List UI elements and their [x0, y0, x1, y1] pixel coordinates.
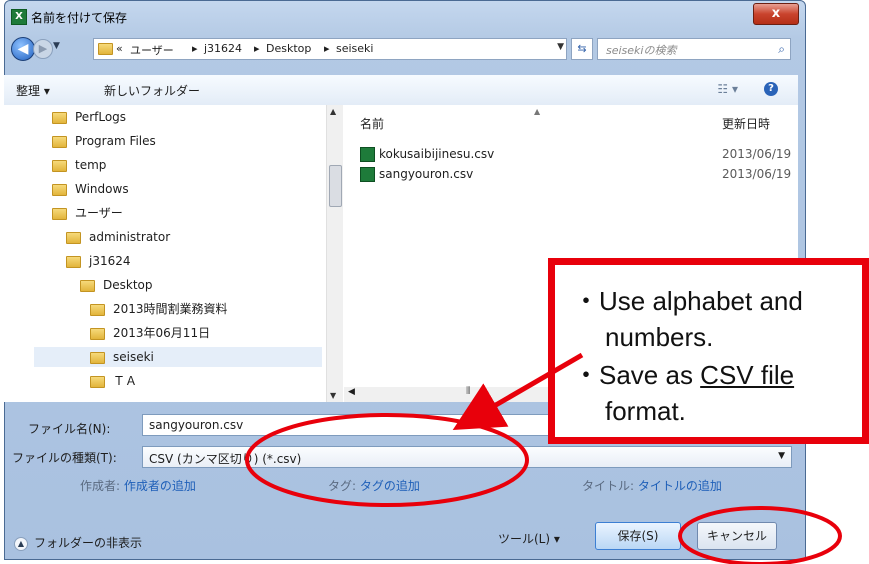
refresh-icon[interactable]: ⇆	[571, 38, 593, 60]
callout-line: ・Use alphabet and	[573, 286, 803, 316]
navigation-tree: PerfLogs Program Files temp Windows ユーザー…	[4, 105, 324, 402]
file-date: 2013/06/19	[722, 167, 792, 181]
scroll-up-icon[interactable]: ▲	[330, 107, 336, 116]
callout-line: ・Save as CSV file	[573, 360, 795, 390]
annotation-callout: ・Use alphabet and numbers. ・Save as CSV …	[548, 258, 869, 444]
breadcrumb-separator-icon[interactable]: ▸	[254, 42, 260, 55]
callout-emphasis: CSV file	[700, 360, 795, 390]
address-bar[interactable]: « ユーザー ▸ j31624 ▸ Desktop ▸ seiseki ▼	[93, 38, 567, 60]
filetype-value: CSV (カンマ区切り) (*.csv)	[149, 452, 302, 466]
folder-icon	[52, 135, 67, 148]
back-arrow-icon[interactable]: ◀	[11, 37, 35, 61]
address-row: ◀ ▶ ▼ « ユーザー ▸ j31624 ▸ Desktop ▸ seisek…	[5, 35, 805, 63]
csv-file-icon	[360, 147, 375, 162]
help-icon[interactable]: ?	[764, 82, 778, 96]
tree-item-administrator[interactable]: administrator	[66, 227, 170, 247]
file-row[interactable]: sangyouron.csv 2013/06/19	[360, 165, 792, 183]
add-tag-link[interactable]: タグの追加	[360, 479, 420, 493]
file-name: sangyouron.csv	[379, 167, 474, 181]
tree-scrollbar[interactable]: ▲ ▼	[326, 105, 343, 402]
view-options-icon[interactable]: ☷ ▾	[717, 82, 738, 96]
breadcrumb-desktop[interactable]: Desktop	[266, 42, 311, 55]
tree-item-perflogs[interactable]: PerfLogs	[52, 107, 126, 127]
breadcrumb-separator-icon[interactable]: ▸	[324, 42, 330, 55]
tools-dropdown[interactable]: ツール(L) ▾	[498, 530, 560, 547]
search-input[interactable]: seisekiの検索 ⌕	[597, 38, 791, 60]
organize-button[interactable]: 整理 ▾	[16, 82, 50, 99]
chevron-up-icon: ▲	[14, 536, 28, 551]
scroll-left-icon[interactable]: ◀	[348, 387, 355, 397]
excel-app-icon: X	[11, 9, 27, 25]
folder-icon	[52, 159, 67, 172]
column-header-name[interactable]: 名前	[360, 115, 384, 132]
chevron-down-icon[interactable]: ▼	[557, 42, 564, 52]
window-title: 名前を付けて保存	[31, 11, 128, 25]
folder-icon	[52, 183, 67, 196]
tree-item-seiseki[interactable]: seiseki	[34, 347, 322, 367]
tree-item-ta[interactable]: ＴＡ	[90, 371, 137, 391]
file-date: 2013/06/19	[722, 147, 792, 161]
folder-icon	[98, 43, 113, 55]
search-icon[interactable]: ⌕	[778, 42, 785, 57]
cancel-button[interactable]: キャンセル	[697, 522, 777, 550]
scrollbar-thumb[interactable]	[329, 165, 342, 207]
tag-field[interactable]: タグ: タグの追加	[328, 477, 420, 494]
chevron-down-icon[interactable]: ▼	[778, 451, 785, 461]
tree-item-program-files[interactable]: Program Files	[52, 131, 156, 151]
folder-icon	[52, 111, 67, 124]
breadcrumb-users[interactable]: ユーザー	[130, 42, 174, 58]
forward-arrow-icon[interactable]: ▶	[33, 39, 53, 59]
breadcrumb-j31624[interactable]: j31624	[204, 42, 242, 55]
hide-folders-button[interactable]: ▲ フォルダーの非表示	[14, 534, 142, 551]
filename-label: ファイル名(N):	[28, 422, 111, 436]
save-button[interactable]: 保存(S)	[595, 522, 681, 550]
scrollbar-grip-icon[interactable]: ⦀	[466, 386, 470, 397]
folder-icon	[52, 207, 67, 220]
recent-locations-dropdown-icon[interactable]: ▼	[53, 41, 60, 51]
title-field[interactable]: タイトル: タイトルの追加	[582, 477, 722, 494]
folder-icon	[90, 327, 105, 340]
folder-icon	[66, 231, 81, 244]
close-button[interactable]: x	[753, 3, 799, 25]
add-author-link[interactable]: 作成者の追加	[124, 479, 196, 493]
folder-icon	[90, 303, 105, 316]
tree-item-j31624[interactable]: j31624	[66, 251, 131, 271]
command-toolbar: 整理 ▾ 新しいフォルダー ☷ ▾ ?	[4, 75, 798, 106]
file-list-horizontal-scrollbar[interactable]: ◀ ⦀	[344, 386, 574, 402]
csv-file-icon	[360, 167, 375, 182]
sort-ascending-icon: ▲	[534, 107, 541, 116]
tree-item-2013-schedule[interactable]: 2013時間割業務資料	[90, 299, 228, 319]
tree-item-desktop[interactable]: Desktop	[80, 275, 153, 295]
folder-icon	[80, 279, 95, 292]
title-bar[interactable]: X 名前を付けて保存 x	[5, 1, 805, 31]
breadcrumb-separator-icon[interactable]: ▸	[192, 42, 198, 55]
file-row[interactable]: kokusaibijinesu.csv 2013/06/19	[360, 145, 792, 163]
file-name: kokusaibijinesu.csv	[379, 147, 495, 161]
scroll-down-icon[interactable]: ▼	[330, 391, 336, 400]
folder-icon	[90, 375, 105, 388]
callout-line: format.	[605, 396, 686, 426]
add-title-link[interactable]: タイトルの追加	[638, 479, 722, 493]
author-field[interactable]: 作成者: 作成者の追加	[80, 477, 196, 494]
callout-line: numbers.	[605, 322, 714, 352]
search-placeholder: seisekiの検索	[606, 44, 677, 57]
tree-item-2013-06-11[interactable]: 2013年06月11日	[90, 323, 210, 343]
column-header-date[interactable]: 更新日時	[722, 115, 770, 132]
filetype-select[interactable]: CSV (カンマ区切り) (*.csv) ▼	[142, 446, 792, 468]
locked-folder-icon	[66, 255, 81, 268]
tree-item-temp[interactable]: temp	[52, 155, 106, 175]
breadcrumb-seiseki[interactable]: seiseki	[336, 42, 373, 55]
breadcrumb-overflow[interactable]: «	[116, 42, 123, 55]
folder-icon	[90, 351, 105, 364]
new-folder-button[interactable]: 新しいフォルダー	[104, 82, 200, 99]
tree-item-users[interactable]: ユーザー	[52, 203, 123, 223]
tree-item-windows[interactable]: Windows	[52, 179, 129, 199]
filetype-label: ファイルの種類(T):	[12, 451, 117, 465]
